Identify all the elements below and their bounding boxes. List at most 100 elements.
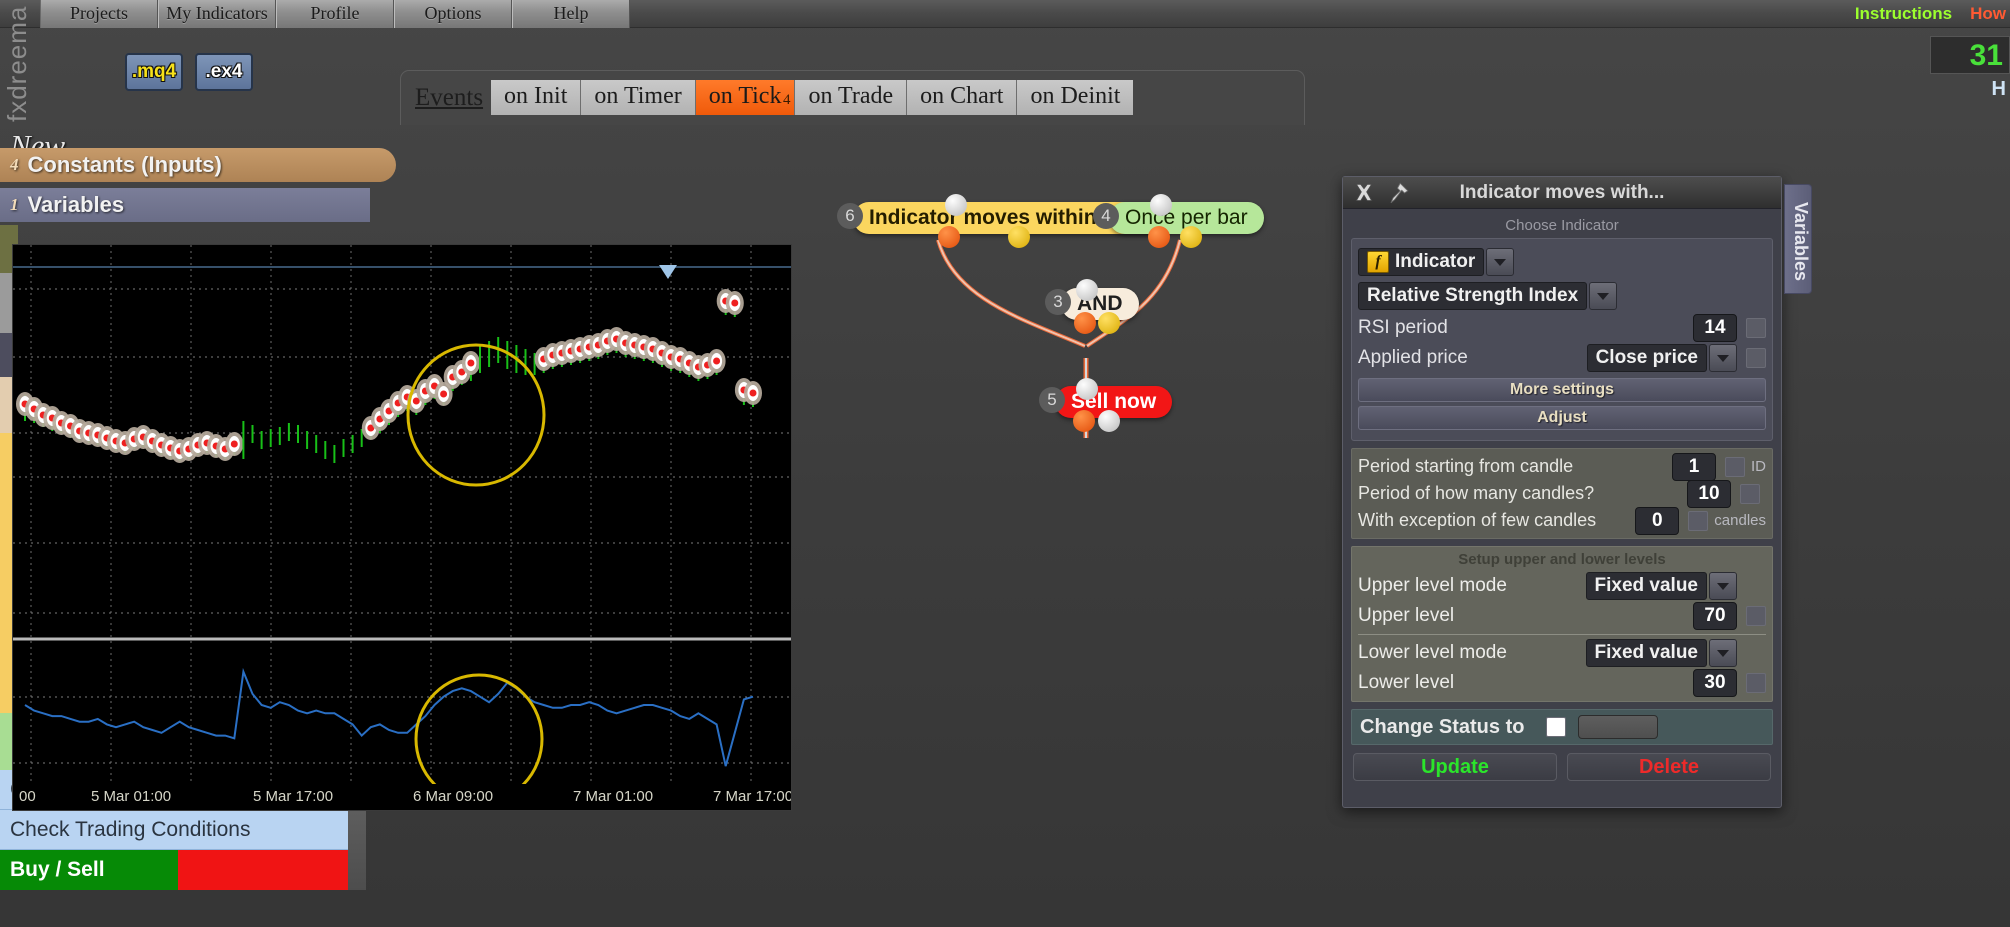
lower-level-row: Lower level 30 <box>1358 668 1766 698</box>
period-count-label: Period of how many candles? <box>1358 483 1595 503</box>
flow-node-5-input-dot[interactable] <box>1076 378 1098 400</box>
tab-on-deinit-label: on Deinit <box>1030 83 1121 109</box>
indicator-type-chevron-down-icon[interactable] <box>1486 248 1515 276</box>
period-count-checkbox[interactable] <box>1740 483 1760 504</box>
events-tab-list: Events on Init on Timer on Tick 4 on Tra… <box>415 80 1134 115</box>
tab-on-timer[interactable]: on Timer <box>581 80 696 115</box>
ex4-button[interactable]: .ex4 <box>195 53 253 91</box>
indicator-type-dropdown[interactable]: f Indicator <box>1358 248 1485 276</box>
flow-node-5-output-dot-true[interactable] <box>1073 410 1095 432</box>
period-exception-checkbox[interactable] <box>1688 510 1709 531</box>
indicator-name-dropdown[interactable]: Relative Strength Index <box>1358 282 1588 310</box>
applied-price-chevron-down-icon[interactable] <box>1709 344 1737 372</box>
sell-half-indicator <box>178 850 366 890</box>
flow-node-6-output-dot-true[interactable] <box>938 226 960 248</box>
more-settings-button[interactable]: More settings <box>1358 378 1766 402</box>
chart-x-tick: 5 Mar 01:00 <box>91 788 172 805</box>
flow-node-4-output-dot-true[interactable] <box>1148 226 1170 248</box>
period-row-count: Period of how many candles? 10 <box>1358 479 1766 508</box>
applied-price-label: Applied price <box>1358 347 1468 368</box>
list-item-label: Buy / Sell <box>10 858 105 881</box>
lower-level-checkbox[interactable] <box>1746 673 1766 693</box>
flow-node-index-6: 6 <box>837 203 863 229</box>
change-status-checkbox[interactable] <box>1546 717 1567 737</box>
menu-item-options[interactable]: Options <box>394 0 512 28</box>
period-count-input[interactable]: 10 <box>1687 479 1731 508</box>
tab-on-trade[interactable]: on Trade <box>795 80 908 115</box>
tab-on-init-label: on Init <box>504 83 568 109</box>
lower-level-input[interactable]: 30 <box>1693 669 1737 697</box>
menu-item-my-indicators[interactable]: My Indicators <box>158 0 276 28</box>
period-start-suffix: ID <box>1751 458 1766 475</box>
tab-on-init[interactable]: on Init <box>491 80 582 115</box>
flow-node-6-output-dot-false[interactable] <box>1008 226 1030 248</box>
chart-x-axis: 00 5 Mar 01:00 5 Mar 17:00 6 Mar 09:00 7 Mar… <box>13 784 792 810</box>
events-tabbar: Events on Init on Timer on Tick 4 on Tra… <box>400 70 1305 125</box>
close-icon[interactable] <box>1351 180 1377 206</box>
tab-on-deinit[interactable]: on Deinit <box>1017 80 1134 115</box>
list-item[interactable]: Check Trading Conditions <box>0 810 366 850</box>
delete-button[interactable]: Delete <box>1567 753 1771 781</box>
app-root: Projects My Indicators Profile Options H… <box>0 0 2010 927</box>
period-row-exception: With exception of few candles 0 candles <box>1358 506 1766 535</box>
upper-level-checkbox[interactable] <box>1746 606 1766 626</box>
instructions-link[interactable]: Instructions <box>1855 4 1952 24</box>
chart-svg <box>13 245 791 810</box>
lower-level-mode-chevron-down-icon[interactable] <box>1709 639 1737 667</box>
chart-x-tick: 7 Mar 17:00 <box>713 788 792 805</box>
list-item-buy-sell[interactable]: Buy / Sell <box>0 850 366 890</box>
change-status-input[interactable] <box>1578 715 1659 739</box>
upper-level-label: Upper level <box>1358 605 1455 626</box>
flow-node-3-output-dot-true[interactable] <box>1074 312 1096 334</box>
indicator-settings-dialog[interactable]: Indicator moves with... Choose Indicator… <box>1342 176 1782 808</box>
flow-node-5-output-dot-next[interactable] <box>1098 410 1120 432</box>
logic-flow-canvas[interactable]: 6 Indicator moves within limits 4 Once p… <box>795 150 1355 550</box>
tab-on-tick-badge: 4 <box>782 92 791 108</box>
tab-on-chart[interactable]: on Chart <box>907 80 1018 115</box>
adjust-button[interactable]: Adjust <box>1358 406 1766 430</box>
flow-node-4-input-dot[interactable] <box>1150 194 1172 216</box>
rsi-period-checkbox[interactable] <box>1746 318 1766 338</box>
applied-price-dropdown[interactable]: Close price <box>1586 344 1707 372</box>
applied-price-checkbox[interactable] <box>1746 348 1766 368</box>
upper-level-mode-label: Upper level mode <box>1358 575 1507 596</box>
period-start-checkbox[interactable] <box>1725 456 1745 477</box>
upper-level-mode-dropdown[interactable]: Fixed value <box>1585 572 1707 600</box>
param-row-applied-price: Applied price Close price <box>1358 343 1766 373</box>
rsi-period-input[interactable]: 14 <box>1693 314 1737 342</box>
upper-level-input[interactable]: 70 <box>1693 602 1737 630</box>
period-row-start: Period starting from candle 1 ID <box>1358 452 1766 481</box>
upper-level-mode-chevron-down-icon[interactable] <box>1709 572 1737 600</box>
upper-level-row: Upper level 70 <box>1358 601 1766 631</box>
period-exception-input[interactable]: 0 <box>1635 506 1680 535</box>
chart-x-tick: 6 Mar 09:00 <box>413 788 494 805</box>
sidebar-group-variables-count: 1 <box>10 195 19 214</box>
flow-node-6-input-dot[interactable] <box>945 194 967 216</box>
update-button[interactable]: Update <box>1353 753 1557 781</box>
period-start-input[interactable]: 1 <box>1672 452 1716 481</box>
period-exception-suffix: candles <box>1714 512 1766 529</box>
menu-item-projects[interactable]: Projects <box>40 0 158 28</box>
pin-icon[interactable] <box>1385 180 1411 206</box>
mq4-button[interactable]: .mq4 <box>125 53 183 91</box>
flow-node-4-output-dot-false[interactable] <box>1180 226 1202 248</box>
how-link[interactable]: How <box>1970 4 2006 24</box>
price-chart-panel[interactable]: 00 5 Mar 01:00 5 Mar 17:00 6 Mar 09:00 7 Mar… <box>12 244 792 811</box>
flow-node-3-input-dot[interactable] <box>1076 279 1098 301</box>
menu-item-help[interactable]: Help <box>512 0 630 28</box>
variables-side-tab[interactable]: Variables <box>1784 184 1812 294</box>
tab-on-tick[interactable]: on Tick 4 <box>695 80 796 115</box>
sidebar-group-variables[interactable]: 1 Variables <box>0 188 370 222</box>
change-status-box: Change Status to <box>1351 709 1773 745</box>
menu-item-profile[interactable]: Profile <box>276 0 394 28</box>
sidebar-group-constants[interactable]: 4 Constants (Inputs) <box>0 148 396 182</box>
lower-level-mode-dropdown[interactable]: Fixed value <box>1585 639 1707 667</box>
rsi-period-label: RSI period <box>1358 317 1448 338</box>
flow-node-index-3: 3 <box>1045 289 1071 315</box>
flow-node-3-output-dot-false[interactable] <box>1098 312 1120 334</box>
indicator-name-chevron-down-icon[interactable] <box>1589 282 1618 310</box>
dialog-titlebar[interactable]: Indicator moves with... <box>1343 177 1781 209</box>
levels-divider <box>1358 634 1766 635</box>
file-export-buttons: .mq4 .ex4 <box>125 53 253 91</box>
change-status-label: Change Status to <box>1360 715 1525 738</box>
